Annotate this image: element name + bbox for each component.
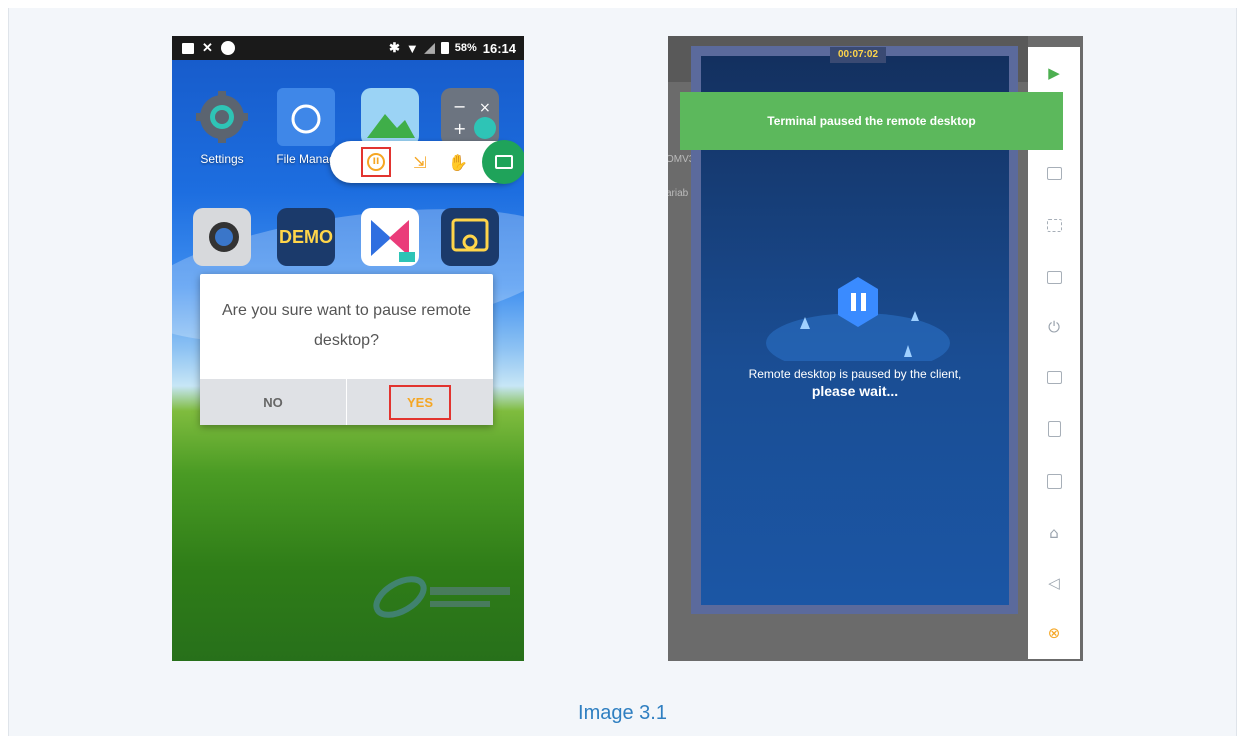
app-label: Settings — [200, 152, 244, 166]
dialog-message: Are you sure want to pause remote deskto… — [221, 302, 472, 349]
recent-apps-icon[interactable] — [1044, 471, 1064, 491]
android-phone-screen: ✕ ✱ ▼ ◢ 58% 16:14 Settings File Manag − … — [172, 36, 524, 661]
pause-confirm-dialog: Are you sure want to pause remote deskto… — [200, 274, 493, 425]
hand-icon: ✋ — [448, 152, 468, 172]
camera-icon — [193, 208, 251, 266]
sit-app-icon — [361, 208, 419, 266]
gesture-button[interactable]: ✋ — [446, 150, 470, 174]
bluetooth-icon: ✱ — [388, 40, 400, 55]
clock: 16:14 — [482, 40, 516, 56]
no-button[interactable]: NO — [200, 379, 347, 425]
keyboard-icon[interactable] — [1044, 163, 1064, 183]
remote-control-toolbar: II ⇲ ✋ — [330, 140, 524, 184]
app-settings[interactable]: Settings — [187, 88, 257, 166]
pause-button[interactable]: II — [361, 147, 391, 177]
paused-message: Remote desktop is paused by the client, … — [701, 366, 1009, 400]
screen-lock-icon — [495, 155, 513, 169]
status-bar: ✕ ✱ ▼ ◢ 58% 16:14 — [172, 36, 524, 60]
dialog-button-row: NO YES — [200, 379, 493, 425]
clipboard-icon[interactable] — [1044, 419, 1064, 439]
background-text: ariab — [668, 188, 689, 199]
remote-screen-button[interactable] — [482, 140, 524, 184]
gallery-icon — [361, 88, 419, 146]
session-timer: 00:07:02 — [830, 47, 886, 63]
app-demo[interactable]: DEMO — [271, 208, 341, 266]
battery-percent: 58% — [454, 42, 477, 54]
screenshot-icon[interactable] — [1044, 267, 1064, 287]
yes-button[interactable]: YES — [347, 379, 493, 425]
app-calculator[interactable]: − × + — [435, 88, 505, 146]
demo-app-icon: DEMO — [277, 208, 335, 266]
mute-icon: ✕ — [202, 40, 213, 55]
svg-text:+: + — [453, 119, 466, 138]
home-icon[interactable]: ⌂ — [1044, 523, 1064, 543]
app-camera[interactable] — [187, 208, 257, 266]
calculator-icon: − × + — [441, 88, 499, 146]
app-remote-control[interactable] — [435, 208, 505, 266]
app-gallery[interactable] — [355, 88, 425, 146]
play-icon[interactable]: ▶ — [1044, 63, 1064, 83]
battery-icon — [440, 42, 449, 54]
back-icon[interactable]: ◁ — [1044, 573, 1064, 593]
fullscreen-icon[interactable] — [1044, 215, 1064, 235]
settings-gear-icon — [193, 88, 251, 146]
svg-text:×: × — [479, 100, 491, 116]
image-notification-icon — [182, 42, 194, 54]
exit-control-button[interactable]: ⇲ — [408, 150, 432, 174]
power-icon[interactable]: ⏻ — [1044, 317, 1064, 337]
svg-text:−: − — [453, 97, 466, 116]
remote-control-icon — [441, 208, 499, 266]
wifi-icon: ▼ — [405, 40, 419, 56]
figure-caption: Image 3.1 — [578, 702, 667, 724]
watermark-logo — [373, 576, 510, 618]
paused-message-line2: please wait... — [811, 383, 899, 399]
paused-illustration — [766, 277, 950, 361]
pause-icon: II — [367, 153, 385, 171]
close-session-icon[interactable]: ⊗ — [1044, 623, 1064, 643]
paused-message-line1: Remote desktop is paused by the client, — [748, 367, 962, 381]
signal-icon: ◢ — [424, 40, 435, 55]
record-notification-icon — [220, 41, 235, 55]
folder-icon — [277, 88, 335, 146]
yes-label: YES — [388, 384, 451, 420]
file-icon[interactable] — [1044, 367, 1064, 387]
app-sit[interactable] — [355, 208, 425, 266]
terminal-paused-toast: Terminal paused the remote desktop — [680, 92, 1063, 150]
exit-icon: ⇲ — [413, 152, 427, 172]
remote-desktop-viewer: OMV3 ariab 00:07:02 Remote desktop is pa… — [668, 36, 1083, 661]
